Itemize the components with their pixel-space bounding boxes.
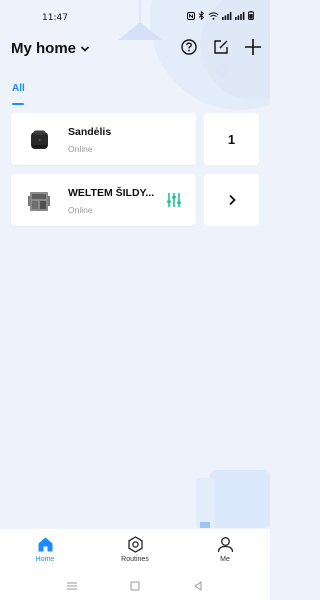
device-side-count[interactable]: 1: [204, 113, 259, 165]
device-detail-button[interactable]: [204, 174, 259, 226]
back-button[interactable]: [191, 579, 205, 593]
device-side-value: 1: [227, 131, 236, 147]
sliders-icon[interactable]: [166, 192, 182, 208]
tab-all[interactable]: All: [12, 78, 25, 105]
help-icon: [181, 39, 197, 55]
room-tabs: All: [12, 78, 25, 105]
device-status: Online: [68, 144, 93, 154]
controller-device-icon: [28, 192, 50, 211]
header: My home: [0, 36, 270, 64]
background-decoration: [118, 0, 270, 528]
home-system-button[interactable]: [128, 579, 142, 593]
battery-icon: [248, 11, 254, 20]
signal-icon: [222, 11, 232, 20]
bluetooth-icon: [198, 11, 205, 20]
home-icon: [38, 537, 52, 551]
menu-icon: [66, 582, 77, 590]
status-time: 11:47: [42, 13, 68, 23]
device-status: Online: [68, 205, 93, 215]
nav-home-label: Home: [35, 556, 55, 563]
nfc-icon: [187, 11, 195, 20]
add-icon: [245, 39, 261, 55]
recents-button[interactable]: [65, 579, 79, 593]
home-selector[interactable]: My home: [11, 40, 90, 57]
wifi-icon: [208, 11, 219, 20]
nav-routines[interactable]: Routines: [105, 535, 165, 563]
profile-icon: [217, 536, 233, 552]
home-title: My home: [11, 40, 77, 57]
hub-device-icon: [31, 130, 48, 149]
device-card-weltem[interactable]: WELTEM ŠILDY... Online: [11, 174, 196, 226]
edit-button[interactable]: [212, 38, 230, 56]
device-card-sandelis[interactable]: Sandėlis Online: [11, 113, 196, 165]
tab-active-indicator: [12, 103, 24, 105]
chevron-right-icon: [228, 194, 236, 206]
nav-me-label: Me: [220, 556, 230, 563]
chevron-down-icon: [80, 45, 90, 52]
bottom-nav: Home Routines Me: [0, 529, 270, 572]
nav-home[interactable]: Home: [15, 535, 75, 563]
routines-icon: [127, 535, 143, 553]
device-name: WELTEM ŠILDY...: [68, 187, 155, 199]
status-bar: 11:47: [0, 0, 270, 34]
device-name: Sandėlis: [68, 126, 112, 138]
square-icon: [130, 581, 140, 591]
add-button[interactable]: [244, 38, 262, 56]
tab-all-label: All: [12, 83, 25, 94]
system-nav-bar: [0, 572, 270, 600]
nav-routines-label: Routines: [121, 556, 149, 563]
help-button[interactable]: [180, 38, 198, 56]
signal-icon: [235, 11, 245, 20]
status-icons: [187, 11, 254, 20]
edit-icon: [214, 40, 228, 54]
nav-me[interactable]: Me: [195, 535, 255, 563]
back-triangle-icon: [194, 581, 202, 591]
header-actions: [180, 38, 262, 56]
